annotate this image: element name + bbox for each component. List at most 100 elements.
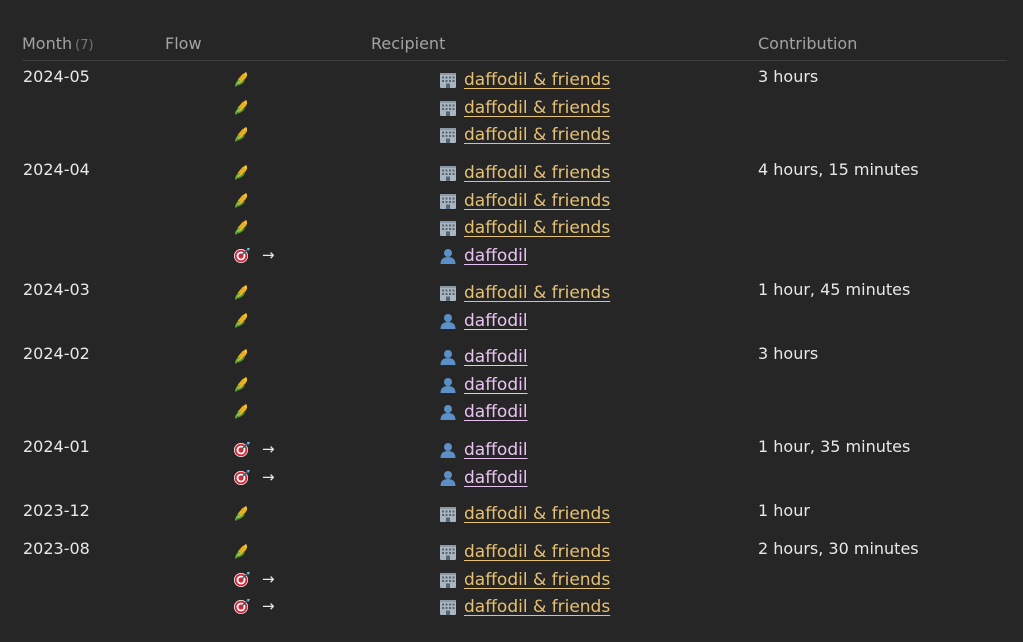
arrow-right-icon: → xyxy=(262,569,275,588)
arrow-right-icon: → xyxy=(262,245,275,264)
recipient-org-link[interactable]: daffodil & friends xyxy=(464,283,610,303)
recipient-org-link[interactable]: daffodil & friends xyxy=(464,218,610,238)
corn-icon xyxy=(233,504,251,522)
corn-icon xyxy=(233,125,251,143)
recipient-person-link[interactable]: daffodil xyxy=(464,440,528,460)
recipient-cell: daffodil & friends xyxy=(439,541,610,563)
target-icon xyxy=(233,246,251,264)
table-header: Month (7) Flow Recipient Contribution xyxy=(22,30,1007,61)
recipient-org-link[interactable]: daffodil & friends xyxy=(464,597,610,617)
flow-cell: → xyxy=(233,596,275,616)
recipient-person-link[interactable]: daffodil xyxy=(464,311,528,331)
header-recipient[interactable]: Recipient xyxy=(371,34,445,53)
flow-cell xyxy=(233,69,251,89)
table-row: → daffodil xyxy=(0,437,1023,464)
building-icon xyxy=(439,284,457,302)
contributions-table: Month (7) Flow Recipient Contribution 202… xyxy=(0,0,1023,642)
flow-cell xyxy=(233,217,251,237)
recipient-cell: daffodil & friends xyxy=(439,124,610,146)
recipient-org-link[interactable]: daffodil & friends xyxy=(464,542,610,562)
target-icon xyxy=(233,440,251,458)
flow-cell xyxy=(233,124,251,144)
flow-cell xyxy=(233,310,251,330)
target-icon xyxy=(233,468,251,486)
flow-cell xyxy=(233,374,251,394)
person-icon xyxy=(439,403,457,421)
recipient-cell: daffodil & friends xyxy=(439,217,610,239)
recipient-cell: daffodil xyxy=(439,439,528,461)
table-row: daffodil xyxy=(0,372,1023,399)
table-row: daffodil & friends xyxy=(0,122,1023,149)
recipient-person-link[interactable]: daffodil xyxy=(464,402,528,422)
table-row: daffodil & friends xyxy=(0,160,1023,187)
table-row: daffodil & friends xyxy=(0,539,1023,566)
recipient-cell: daffodil xyxy=(439,245,528,267)
flow-cell: → xyxy=(233,439,275,459)
table-row: daffodil & friends xyxy=(0,67,1023,94)
recipient-cell: daffodil xyxy=(439,401,528,423)
recipient-cell: daffodil & friends xyxy=(439,569,610,591)
recipient-person-link[interactable]: daffodil xyxy=(464,468,528,488)
building-icon xyxy=(439,71,457,89)
recipient-person-link[interactable]: daffodil xyxy=(464,246,528,266)
flow-cell: → xyxy=(233,245,275,265)
target-icon xyxy=(233,597,251,615)
arrow-right-icon: → xyxy=(262,440,275,458)
person-icon xyxy=(439,348,457,366)
table-row: daffodil & friends xyxy=(0,95,1023,122)
recipient-cell: daffodil & friends xyxy=(439,162,610,184)
recipient-person-link[interactable]: daffodil xyxy=(464,347,528,367)
building-icon xyxy=(439,543,457,561)
arrow-right-icon: → xyxy=(262,467,275,486)
recipient-cell: daffodil & friends xyxy=(439,190,610,212)
person-icon xyxy=(439,441,457,459)
flow-cell xyxy=(233,190,251,210)
corn-icon xyxy=(233,311,251,329)
table-row: → daffodil xyxy=(0,243,1023,270)
recipient-org-link[interactable]: daffodil & friends xyxy=(464,163,610,183)
header-month[interactable]: Month (7) xyxy=(22,34,94,53)
recipient-org-link[interactable]: daffodil & friends xyxy=(464,191,610,211)
recipient-org-link[interactable]: daffodil & friends xyxy=(464,98,610,118)
header-month-label: Month xyxy=(22,34,73,53)
building-icon xyxy=(439,219,457,237)
header-contribution[interactable]: Contribution xyxy=(758,34,857,53)
flow-cell: → xyxy=(233,569,275,589)
recipient-cell: daffodil xyxy=(439,310,528,332)
flow-cell xyxy=(233,162,251,182)
recipient-cell: daffodil xyxy=(439,374,528,396)
building-icon xyxy=(439,192,457,210)
flow-cell xyxy=(233,282,251,302)
person-icon xyxy=(439,469,457,487)
corn-icon xyxy=(233,191,251,209)
recipient-cell: daffodil & friends xyxy=(439,97,610,119)
recipient-org-link[interactable]: daffodil & friends xyxy=(464,125,610,145)
table-row: → daffodil & friends xyxy=(0,567,1023,594)
corn-icon xyxy=(233,402,251,420)
table-row: → daffodil xyxy=(0,465,1023,492)
flow-cell xyxy=(233,97,251,117)
arrow-right-icon: → xyxy=(262,597,275,615)
corn-icon xyxy=(233,542,251,560)
corn-icon xyxy=(233,218,251,236)
recipient-org-link[interactable]: daffodil & friends xyxy=(464,570,610,590)
person-icon xyxy=(439,376,457,394)
corn-icon xyxy=(233,70,251,88)
corn-icon xyxy=(233,163,251,181)
table-row: daffodil xyxy=(0,399,1023,426)
building-icon xyxy=(439,99,457,117)
recipient-person-link[interactable]: daffodil xyxy=(464,375,528,395)
building-icon xyxy=(439,598,457,616)
recipient-org-link[interactable]: daffodil & friends xyxy=(464,504,610,524)
person-icon xyxy=(439,247,457,265)
recipient-cell: daffodil & friends xyxy=(439,503,610,525)
recipient-org-link[interactable]: daffodil & friends xyxy=(464,70,610,90)
building-icon xyxy=(439,164,457,182)
corn-icon xyxy=(233,283,251,301)
building-icon xyxy=(439,126,457,144)
recipient-cell: daffodil xyxy=(439,346,528,368)
table-row: daffodil & friends xyxy=(0,280,1023,307)
building-icon xyxy=(439,505,457,523)
header-flow[interactable]: Flow xyxy=(165,34,202,53)
table-row: daffodil & friends xyxy=(0,501,1023,528)
